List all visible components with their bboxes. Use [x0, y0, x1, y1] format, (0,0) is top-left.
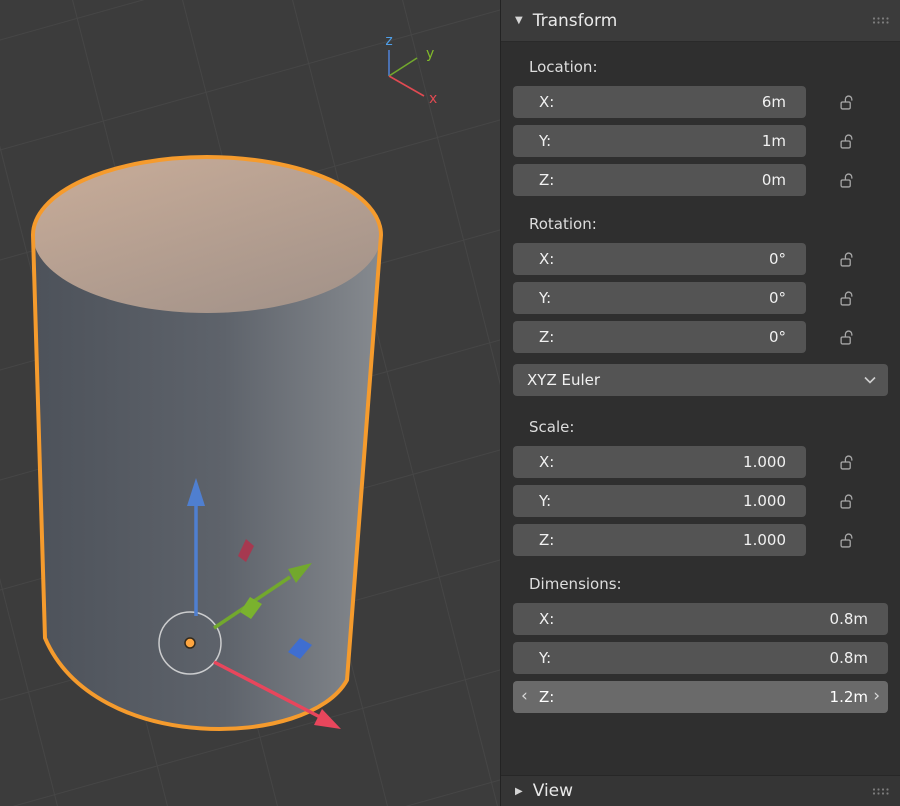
location-z-field[interactable]: Z: 0m: [513, 164, 806, 196]
view-panel-header[interactable]: ▶ View: [501, 775, 900, 806]
field-value: 6m: [761, 93, 786, 111]
blender-window: z y x ▼ Transform Location: X: 6m Y: 1m …: [0, 0, 900, 806]
field-value: 1m: [761, 132, 786, 150]
panel-grip-icon[interactable]: [872, 16, 890, 25]
axis-orientation-gizmo[interactable]: z y x: [385, 33, 437, 107]
field-value: 0°: [768, 289, 786, 307]
field-label: X:: [539, 250, 555, 268]
field-value: 1.000: [743, 492, 786, 510]
scale-y-field[interactable]: Y: 1.000: [513, 485, 806, 517]
dimensions-y-field[interactable]: Y: 0.8m: [513, 642, 888, 674]
view-panel-title: View: [532, 781, 574, 801]
slider-decrease-arrow-icon[interactable]: ‹: [521, 681, 528, 713]
rotation-x-field[interactable]: X: 0°: [513, 243, 806, 275]
field-label: X:: [539, 610, 555, 628]
field-label: Z:: [539, 328, 555, 346]
scale-z-unlock-icon[interactable]: [806, 533, 888, 548]
axis-z-label: z: [385, 33, 392, 49]
field-value: 0.8m: [829, 649, 868, 667]
rotation-y-unlock-icon[interactable]: [806, 291, 888, 306]
disclosure-triangle-icon: ▼: [515, 15, 523, 26]
location-x-field[interactable]: X: 6m: [513, 86, 806, 118]
field-value: 0°: [768, 328, 786, 346]
chevron-down-icon: [864, 376, 876, 384]
rotation-mode-dropdown[interactable]: XYZ Euler: [513, 364, 888, 396]
field-label: Z:: [539, 688, 555, 706]
field-label: Z:: [539, 171, 555, 189]
field-value: 0m: [761, 171, 786, 189]
3d-viewport[interactable]: z y x: [0, 0, 500, 806]
location-section-label: Location:: [529, 58, 598, 76]
sidebar-panel: ▼ Transform Location: X: 6m Y: 1m Z: 0m …: [500, 0, 900, 806]
field-value: 1.000: [743, 453, 786, 471]
axis-x-label: x: [429, 91, 437, 107]
slider-increase-arrow-icon[interactable]: ›: [873, 681, 880, 713]
location-y-unlock-icon[interactable]: [806, 134, 888, 149]
field-value: 1.000: [743, 531, 786, 549]
dimensions-section-label: Dimensions:: [529, 575, 622, 593]
scale-section-label: Scale:: [529, 418, 575, 436]
rotation-z-unlock-icon[interactable]: [806, 330, 888, 345]
location-x-unlock-icon[interactable]: [806, 95, 888, 110]
field-label: X:: [539, 453, 555, 471]
field-label: Y:: [539, 492, 552, 510]
field-value: 0.8m: [829, 610, 868, 628]
dimensions-z-field[interactable]: ‹ Z: 1.2m ›: [513, 681, 888, 713]
field-value: 0°: [768, 250, 786, 268]
rotation-mode-value: XYZ Euler: [527, 371, 601, 389]
transform-panel-body: Location: X: 6m Y: 1m Z: 0m Rotation: X:…: [501, 42, 900, 775]
location-y-field[interactable]: Y: 1m: [513, 125, 806, 157]
field-value: 1.2m: [829, 688, 868, 706]
object-origin-dot: [184, 637, 196, 649]
field-label: X:: [539, 93, 555, 111]
axis-y-label: y: [426, 46, 434, 62]
scale-x-unlock-icon[interactable]: [806, 455, 888, 470]
viewport-canvas: z y x: [0, 0, 500, 806]
rotation-z-field[interactable]: Z: 0°: [513, 321, 806, 353]
field-label: Z:: [539, 531, 555, 549]
disclosure-triangle-icon: ▶: [515, 785, 523, 797]
panel-title: Transform: [532, 10, 618, 31]
scale-z-field[interactable]: Z: 1.000: [513, 524, 806, 556]
location-z-unlock-icon[interactable]: [806, 173, 888, 188]
cylinder-object[interactable]: [31, 155, 383, 731]
rotation-x-unlock-icon[interactable]: [806, 252, 888, 267]
field-label: Y:: [539, 649, 552, 667]
rotation-section-label: Rotation:: [529, 215, 597, 233]
transform-panel-header[interactable]: ▼ Transform: [501, 0, 900, 42]
field-label: Y:: [539, 289, 552, 307]
rotation-y-field[interactable]: Y: 0°: [513, 282, 806, 314]
dimensions-x-field[interactable]: X: 0.8m: [513, 603, 888, 635]
scale-y-unlock-icon[interactable]: [806, 494, 888, 509]
field-label: Y:: [539, 132, 552, 150]
scale-x-field[interactable]: X: 1.000: [513, 446, 806, 478]
panel-grip-icon[interactable]: [872, 787, 890, 796]
